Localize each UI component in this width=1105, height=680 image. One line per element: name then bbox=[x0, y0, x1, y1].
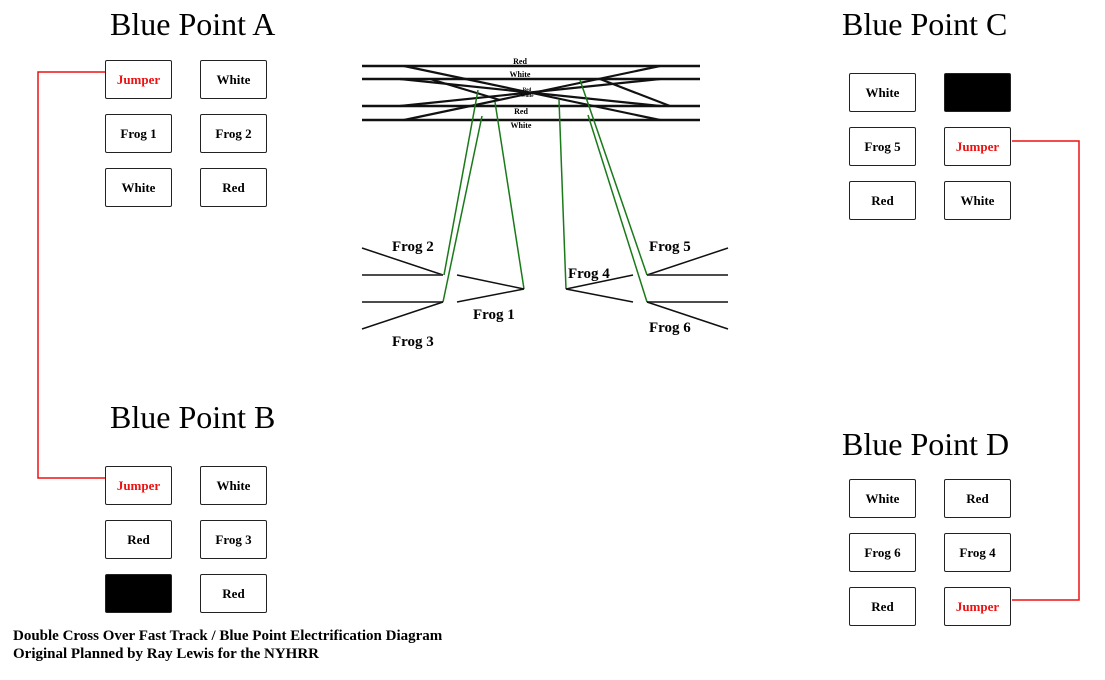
frog-feeder-wires bbox=[442, 79, 648, 303]
terminal-jumper[interactable]: Jumper bbox=[944, 587, 1011, 626]
terminal-blank bbox=[944, 73, 1011, 112]
terminal-label: White bbox=[865, 490, 900, 506]
right-frog-tracks bbox=[646, 247, 729, 330]
terminal-frog-5[interactable]: Frog 5 bbox=[849, 127, 916, 166]
terminal-white[interactable]: White bbox=[849, 73, 916, 112]
terminal-white[interactable]: White bbox=[849, 479, 916, 518]
feeder-frog-4 bbox=[558, 99, 567, 290]
terminal-label: White bbox=[216, 71, 251, 87]
feeder-frog-3 bbox=[442, 115, 483, 303]
terminal-blank bbox=[105, 574, 172, 613]
terminal-label: Frog 4 bbox=[959, 544, 996, 560]
rail-label-white-top: White bbox=[510, 70, 531, 79]
terminal-white[interactable]: White bbox=[944, 181, 1011, 220]
terminal-label: Frog 3 bbox=[215, 531, 252, 547]
terminal-label: Jumper bbox=[116, 71, 161, 87]
terminal-label: Jumper bbox=[116, 477, 161, 493]
terminal-label: Jumper bbox=[955, 138, 1000, 154]
terminal-label: Red bbox=[966, 490, 989, 506]
terminal-red[interactable]: Red bbox=[849, 181, 916, 220]
terminal-red[interactable]: Red bbox=[200, 574, 267, 613]
jumper-wire-a-b bbox=[37, 71, 105, 479]
feeder-frog-2 bbox=[443, 89, 479, 276]
frog-label-6: Frog 6 bbox=[649, 320, 691, 336]
terminal-label: Frog 2 bbox=[215, 125, 252, 141]
frog-label-2: Frog 2 bbox=[392, 239, 434, 255]
rail-label-red-top: Red bbox=[513, 57, 527, 66]
caption-line-1: Double Cross Over Fast Track / Blue Poin… bbox=[13, 628, 443, 644]
rail-label-white-mid: White bbox=[520, 94, 534, 99]
rail-label-red-low: Red bbox=[514, 107, 528, 116]
terminal-frog-6[interactable]: Frog 6 bbox=[849, 533, 916, 572]
frog-label-4: Frog 4 bbox=[568, 266, 610, 282]
frog-1-track bbox=[456, 274, 525, 303]
terminal-frog-1[interactable]: Frog 1 bbox=[105, 114, 172, 153]
caption-line-2: Original Planned by Ray Lewis for the NY… bbox=[13, 646, 319, 662]
terminal-frog-2[interactable]: Frog 2 bbox=[200, 114, 267, 153]
crossover-diagonals bbox=[399, 64, 671, 122]
terminal-label: Red bbox=[222, 179, 245, 195]
terminal-label: White bbox=[865, 84, 900, 100]
feeder-frog-1 bbox=[494, 101, 525, 290]
left-frog-tracks bbox=[361, 247, 444, 330]
terminal-label: Red bbox=[871, 598, 894, 614]
jumper-wire-c-d bbox=[1012, 140, 1080, 601]
frog-label-3: Frog 3 bbox=[392, 334, 434, 350]
terminal-jumper[interactable]: Jumper bbox=[105, 60, 172, 99]
terminal-label: Frog 6 bbox=[864, 544, 901, 560]
blue-point-d-title: Blue Point D bbox=[842, 426, 1010, 462]
terminal-red[interactable]: Red bbox=[849, 587, 916, 626]
terminal-frog-4[interactable]: Frog 4 bbox=[944, 533, 1011, 572]
terminal-label: White bbox=[960, 192, 995, 208]
terminal-label: Frog 1 bbox=[120, 125, 157, 141]
terminal-label: Red bbox=[127, 531, 150, 547]
rail-label-red-mid: Red bbox=[523, 88, 532, 93]
terminal-label: White bbox=[121, 179, 156, 195]
terminal-jumper[interactable]: Jumper bbox=[105, 466, 172, 505]
rail-label-white-low: White bbox=[511, 121, 532, 130]
terminal-red[interactable]: Red bbox=[200, 168, 267, 207]
diagram-caption: Double Cross Over Fast Track / Blue Poin… bbox=[13, 627, 442, 663]
blue-point-c-title: Blue Point C bbox=[842, 6, 1008, 42]
terminal-jumper[interactable]: Jumper bbox=[944, 127, 1011, 166]
frog-label-1: Frog 1 bbox=[473, 307, 515, 323]
terminal-label: Jumper bbox=[955, 598, 1000, 614]
terminal-label: Red bbox=[222, 585, 245, 601]
terminal-red[interactable]: Red bbox=[105, 520, 172, 559]
terminal-frog-3[interactable]: Frog 3 bbox=[200, 520, 267, 559]
blue-point-b-title: Blue Point B bbox=[110, 399, 276, 435]
terminal-white[interactable]: White bbox=[200, 466, 267, 505]
terminal-label: Red bbox=[871, 192, 894, 208]
terminal-white[interactable]: White bbox=[200, 60, 267, 99]
terminal-label: White bbox=[216, 477, 251, 493]
terminal-red[interactable]: Red bbox=[944, 479, 1011, 518]
blue-point-a-title: Blue Point A bbox=[110, 6, 276, 42]
terminal-white[interactable]: White bbox=[105, 168, 172, 207]
frog-label-5: Frog 5 bbox=[649, 239, 691, 255]
terminal-label: Frog 5 bbox=[864, 138, 901, 154]
